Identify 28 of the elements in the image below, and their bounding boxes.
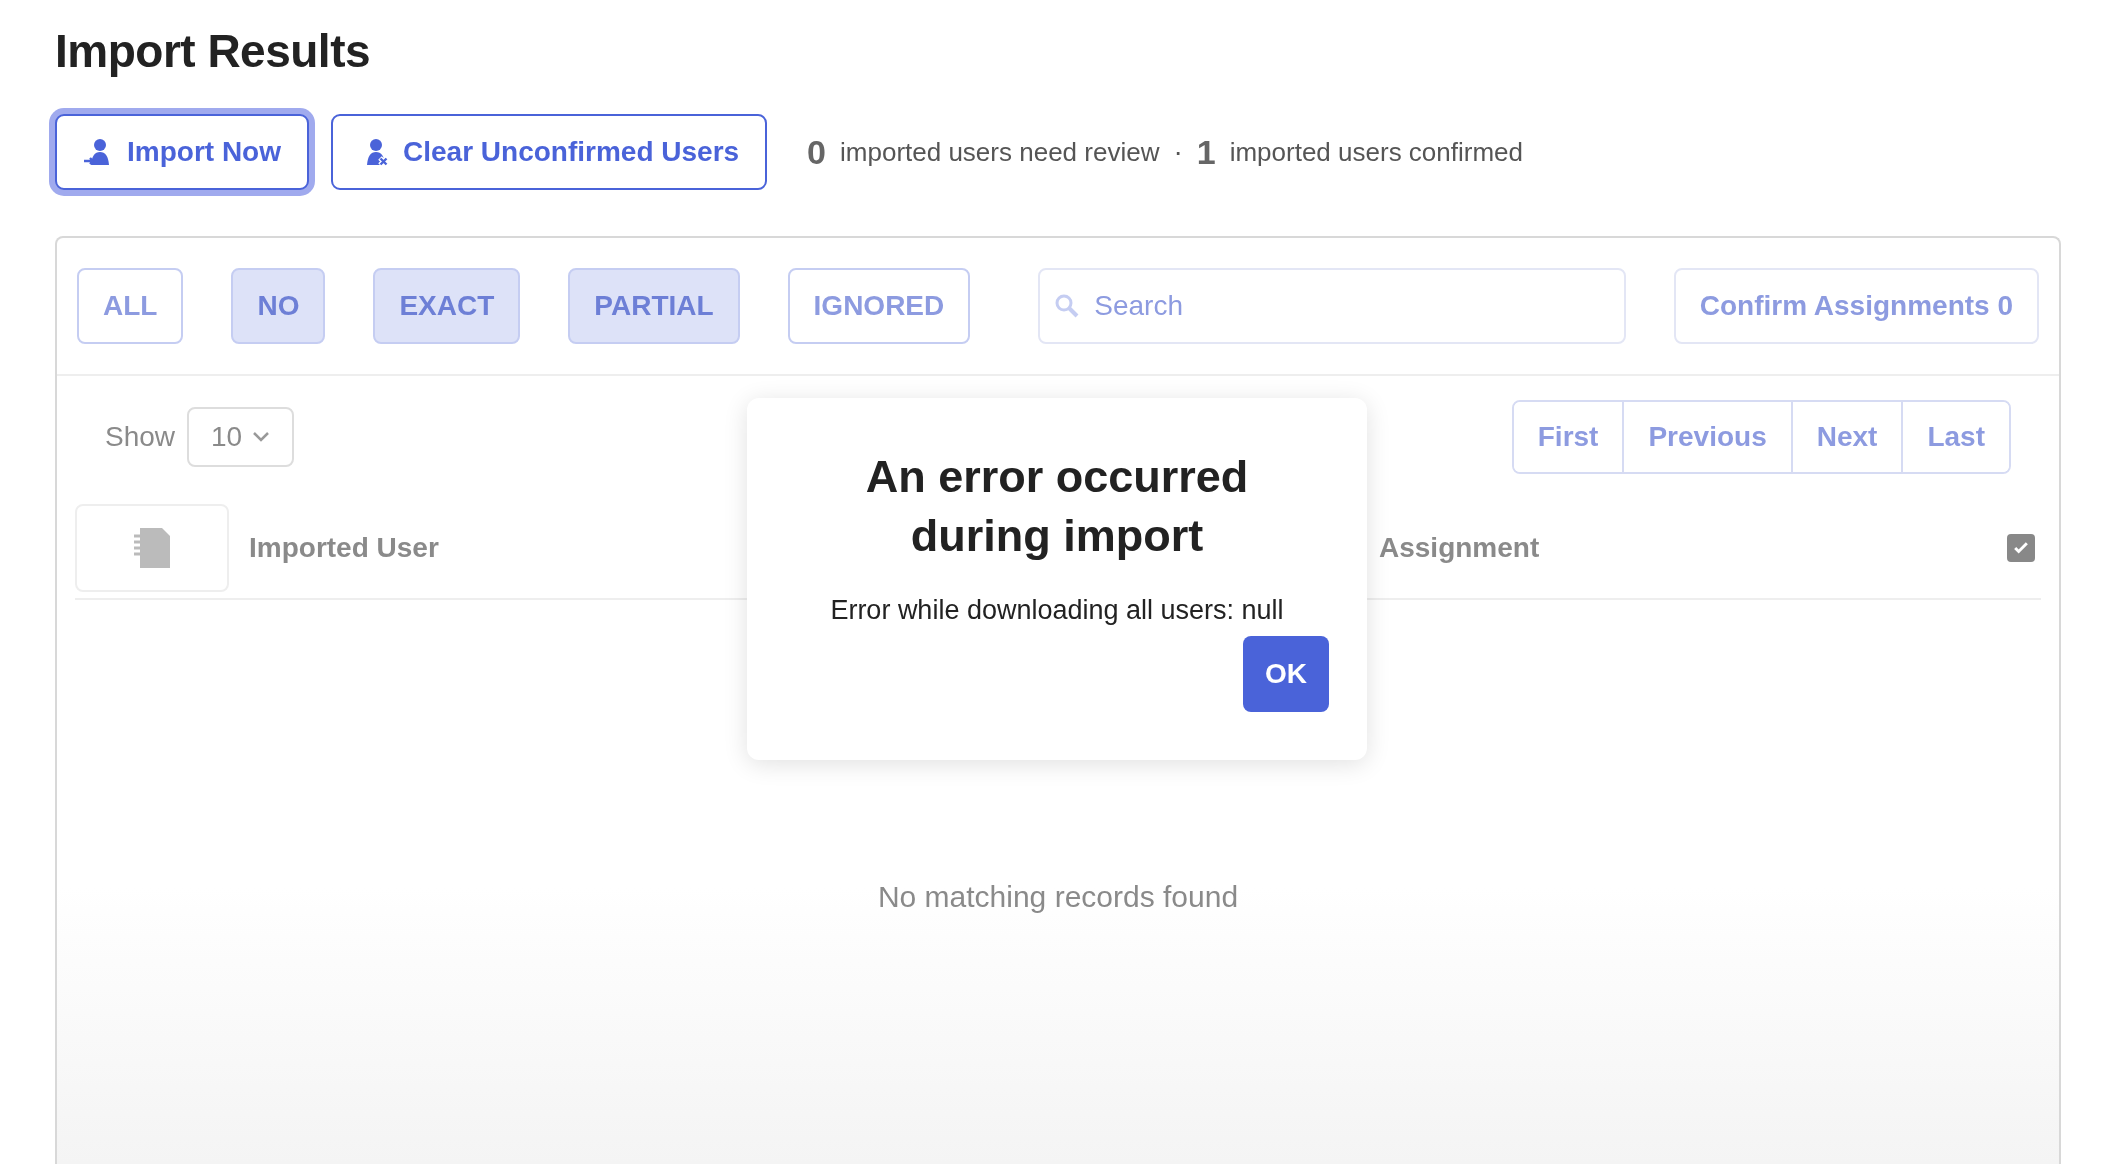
search-icon [1054, 293, 1081, 319]
csv-file-icon [134, 528, 170, 568]
confirm-button[interactable]: Confirm Assignments 0 [1673, 268, 2039, 344]
filter-button[interactable]: ALL [77, 268, 184, 344]
summary-count: 1 [1196, 132, 1216, 172]
page-size-select[interactable]: 10 [187, 407, 295, 467]
checkmark-icon [2014, 542, 2028, 554]
dialog-title: An error occurred during import [864, 450, 1250, 563]
page-button[interactable]: Last [1901, 402, 2009, 472]
dialog-message: Error while downloading all users: null [830, 595, 1284, 626]
show-label: Show [105, 421, 176, 453]
filter-button[interactable]: IGNORED [787, 268, 971, 344]
summary-label: imported users confirmed [1229, 136, 1523, 168]
summary-label: imported users need review [840, 136, 1160, 168]
empty-message: No matching records found [877, 880, 1239, 915]
page-title: Import Results [55, 24, 372, 78]
filter-button[interactable]: NO [231, 268, 326, 344]
summary-count: 0 [807, 132, 827, 172]
filter-button[interactable]: PARTIAL [568, 268, 740, 344]
separator-dot: · [1173, 136, 1183, 168]
ok-button[interactable]: OK [1243, 636, 1329, 712]
chevron-down-icon [252, 431, 271, 443]
clear-users-button[interactable]: Clear Unconfirmed Users [331, 114, 768, 190]
column-header: Imported User [249, 532, 439, 563]
search-field[interactable]: Search [1038, 268, 1626, 344]
filter-button[interactable]: EXACT [373, 268, 521, 344]
select-all-checkbox[interactable] [2007, 534, 2035, 562]
column-header: Assignment [1379, 532, 1540, 564]
